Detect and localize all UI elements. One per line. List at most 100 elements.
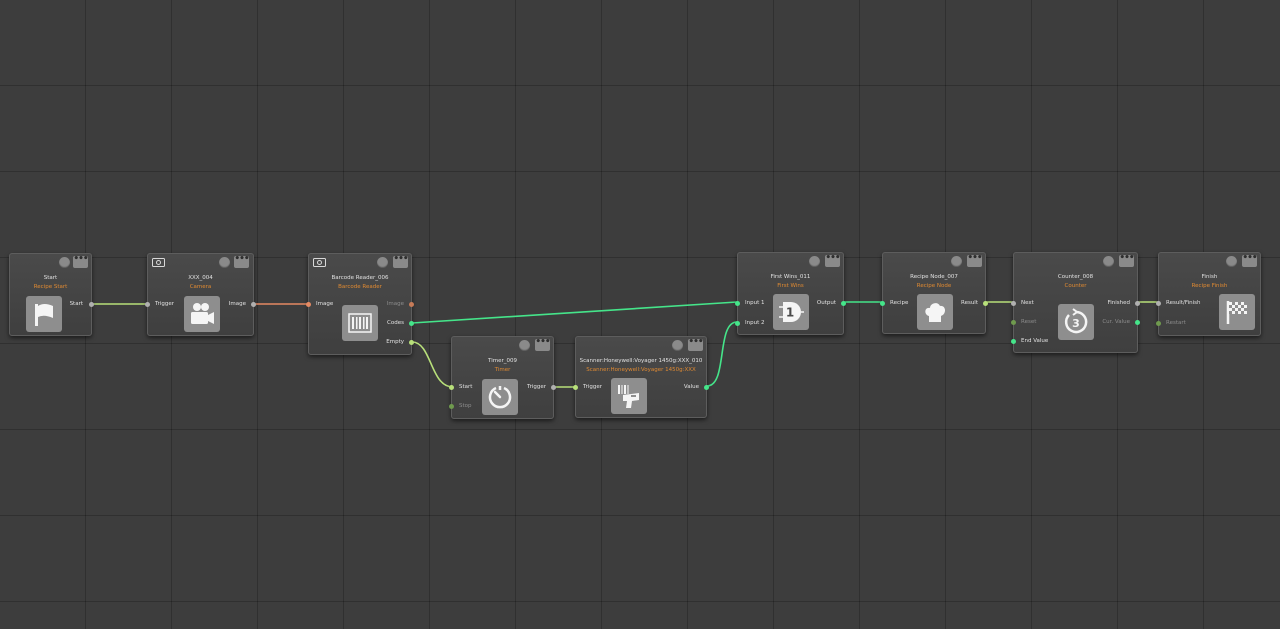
wire-barcode-empty-to-timer-start[interactable] [411, 341, 454, 388]
node-counter[interactable]: ••• Counter_008 Counter 3 Next Reset End… [1011, 252, 1140, 353]
port-recipe-in-connector[interactable] [880, 301, 885, 306]
port-reset-connector[interactable] [1011, 320, 1016, 325]
port-next-connector[interactable] [1011, 301, 1016, 306]
port-in-reset: Reset [1021, 319, 1037, 325]
port-result-finish-connector[interactable] [1156, 301, 1161, 306]
node-status-icon[interactable] [519, 340, 530, 351]
barcode-scanner-icon [611, 378, 647, 414]
port-in-end-value: End Value [1021, 338, 1049, 344]
and-gate-label: 1 [786, 306, 794, 320]
node-title: First Wins_011 [770, 274, 811, 280]
camera-small-icon [152, 258, 165, 267]
port-out-cur-value: Cur. Value [1102, 319, 1130, 325]
node-camera[interactable]: ••• XXX_004 Camera Trigger Image [145, 253, 256, 336]
barcode-icon [342, 305, 378, 341]
port-value-connector[interactable] [704, 385, 709, 390]
port-codes-connector[interactable] [409, 321, 414, 326]
port-out-start: Start [69, 301, 83, 307]
node-subtitle: Recipe Finish [1191, 283, 1228, 289]
wire-scanner-value-to-firstwins-input2[interactable] [706, 321, 738, 387]
node-recipe-start[interactable]: ••• Start Recipe Start Start [9, 253, 94, 336]
port-output-connector[interactable] [841, 301, 846, 306]
port-input2-connector[interactable] [735, 321, 740, 326]
node-title: Timer_009 [488, 358, 517, 364]
node-menu-button[interactable]: ••• [1119, 254, 1135, 267]
node-subtitle: Camera [189, 284, 212, 290]
node-title: Start [43, 275, 58, 281]
node-status-icon[interactable] [219, 257, 230, 268]
node-title: Barcode Reader_006 [331, 275, 389, 281]
port-out-image: Image [228, 301, 246, 307]
node-menu-button[interactable]: ••• [234, 255, 250, 268]
node-menu-button[interactable]: ••• [1242, 254, 1258, 267]
node-recipe-finish[interactable]: ••• Finish Recipe Finish Result/Finish R… [1156, 252, 1261, 336]
node-timer[interactable]: ••• Timer_009 Timer Start Stop Trigger [449, 336, 556, 419]
node-subtitle: Recipe Node [916, 283, 952, 289]
port-in-image: Image [316, 301, 334, 307]
node-subtitle: Recipe Start [33, 284, 68, 290]
node-recipe[interactable]: ••• Recipe Node_007 Recipe Node Recipe R… [880, 252, 988, 334]
node-status-icon[interactable] [1226, 256, 1237, 267]
port-result-connector[interactable] [983, 301, 988, 306]
port-image-connector[interactable] [251, 302, 256, 307]
port-trigger-connector[interactable] [145, 302, 150, 307]
port-input1-connector[interactable] [735, 301, 740, 306]
port-out-output: Output [816, 300, 836, 306]
port-out-image: Image [386, 301, 404, 307]
port-in-input1: Input 1 [745, 300, 765, 306]
node-status-icon[interactable] [377, 257, 388, 268]
port-restart-connector[interactable] [1156, 321, 1161, 326]
port-out-result: Result [961, 300, 978, 306]
port-stop-connector[interactable] [449, 404, 454, 409]
node-barcode-reader[interactable]: ••• Barcode Reader_006 Barcode Reader Im… [306, 253, 414, 355]
port-start-in-connector[interactable] [449, 385, 454, 390]
port-out-value: Value [683, 384, 699, 390]
chef-hat-icon [917, 294, 953, 330]
node-status-icon[interactable] [809, 256, 820, 267]
node-menu-button[interactable]: ••• [688, 338, 704, 351]
port-image-in-connector[interactable] [306, 302, 311, 307]
port-in-trigger: Trigger [155, 301, 174, 307]
node-menu-button[interactable]: ••• [967, 254, 983, 267]
node-subtitle: Scanner:Honeywell:Voyager 1450g:XXX [586, 367, 696, 373]
port-in-recipe: Recipe [890, 300, 909, 306]
node-subtitle: Barcode Reader [338, 284, 382, 290]
video-camera-icon [184, 296, 220, 332]
node-title: Counter_008 [1057, 274, 1094, 280]
port-in-trigger: Trigger [583, 384, 602, 390]
port-in-restart: Restart [1166, 320, 1186, 326]
node-scanner[interactable]: ••• Scanner:Honeywell:Voyager 1450g:XXX_… [573, 336, 709, 418]
and-gate-icon: 1 [773, 294, 809, 330]
port-end-value-connector[interactable] [1011, 339, 1016, 344]
port-empty-connector[interactable] [409, 340, 414, 345]
flag-icon [26, 296, 62, 332]
counter-icon: 3 [1058, 304, 1094, 340]
port-trigger-out-connector[interactable] [551, 385, 556, 390]
node-status-icon[interactable] [672, 340, 683, 351]
port-finished-connector[interactable] [1135, 301, 1140, 306]
port-in-input2: Input 2 [745, 320, 765, 326]
port-image-out-connector[interactable] [409, 302, 414, 307]
node-menu-button[interactable]: ••• [535, 338, 551, 351]
port-trigger-in-connector[interactable] [573, 385, 578, 390]
port-out-empty: Empty [386, 339, 404, 345]
node-first-wins[interactable]: ••• First Wins_011 First Wins 1 Input 1 … [735, 252, 846, 335]
node-status-icon[interactable] [59, 257, 70, 268]
port-in-start: Start [459, 384, 473, 390]
node-status-icon[interactable] [951, 256, 962, 267]
camera-small-icon [313, 258, 326, 267]
node-title: Recipe Node_007 [910, 274, 958, 280]
node-menu-button[interactable]: ••• [825, 254, 841, 267]
node-title: Finish [1201, 274, 1218, 280]
port-in-result-finish: Result/Finish [1166, 300, 1201, 306]
port-out-finished: Finished [1107, 300, 1130, 306]
port-in-next: Next [1021, 300, 1034, 306]
node-status-icon[interactable] [1103, 256, 1114, 267]
wire-barcode-codes-to-firstwins-input1[interactable] [411, 301, 738, 324]
node-subtitle: Counter [1064, 283, 1087, 289]
port-cur-value-connector[interactable] [1135, 320, 1140, 325]
node-subtitle: Timer [494, 367, 511, 373]
node-menu-button[interactable]: ••• [73, 255, 89, 268]
port-start-connector[interactable] [89, 302, 94, 307]
node-menu-button[interactable]: ••• [393, 255, 409, 268]
